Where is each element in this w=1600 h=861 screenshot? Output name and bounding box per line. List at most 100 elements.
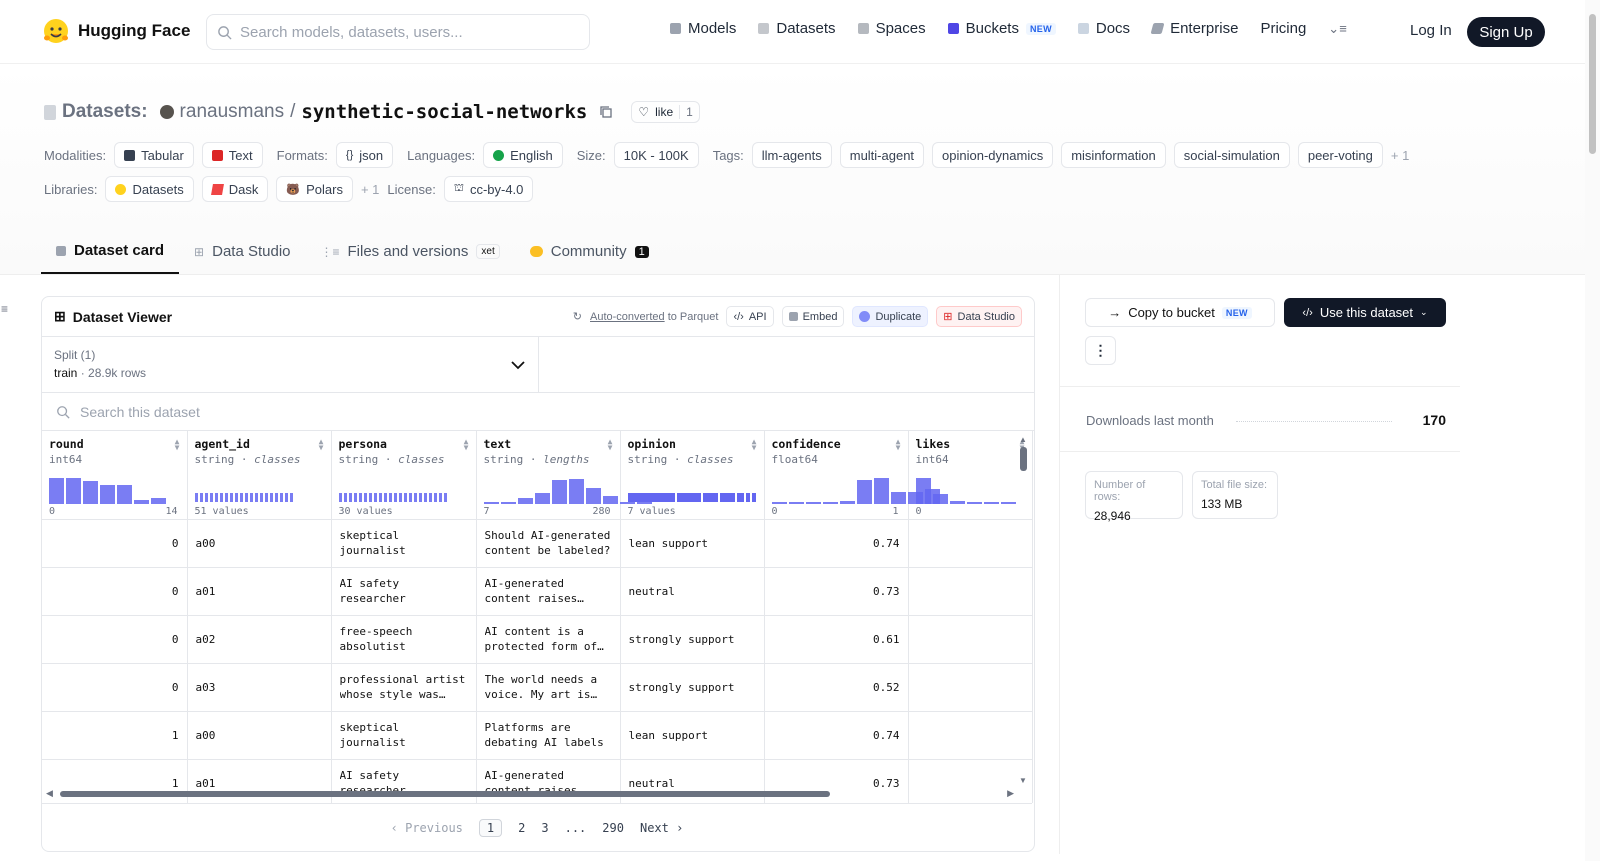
histogram-bar[interactable] bbox=[771, 501, 787, 504]
class-segment[interactable] bbox=[720, 492, 735, 502]
histogram-bar[interactable] bbox=[983, 501, 999, 504]
nav-pricing[interactable]: Pricing bbox=[1260, 20, 1306, 37]
tab-community[interactable]: Community 1 bbox=[515, 229, 664, 274]
more-menu-icon[interactable]: ⌄≡ bbox=[1328, 21, 1346, 37]
cell-opinion[interactable]: strongly support bbox=[620, 615, 765, 664]
tab-files[interactable]: ⋮≡ Files and versions xet bbox=[306, 229, 515, 274]
class-segment[interactable] bbox=[408, 492, 412, 502]
modality-tabular[interactable]: Tabular bbox=[114, 142, 194, 168]
autoconverted-link[interactable]: Auto-converted bbox=[590, 311, 665, 323]
sort-icon[interactable]: ▲▼ bbox=[175, 438, 180, 452]
cell-round[interactable]: 0 bbox=[42, 663, 188, 712]
cell-text[interactable]: The world needs a voice. My art is mine bbox=[476, 663, 621, 712]
page-scroll-thumb[interactable] bbox=[1589, 14, 1596, 154]
use-dataset-button[interactable]: ‹/› Use this dataset ⌄ bbox=[1284, 298, 1446, 327]
histogram-bar[interactable] bbox=[100, 485, 115, 504]
nav-enterprise[interactable]: Enterprise bbox=[1150, 20, 1238, 37]
tag-pill[interactable]: peer-voting bbox=[1297, 142, 1383, 168]
modality-text[interactable]: Text bbox=[201, 142, 263, 168]
class-segment[interactable] bbox=[234, 492, 238, 502]
table-row[interactable]: 0 a01 AI safety researcher AI-generated con… bbox=[42, 567, 1033, 616]
class-segment[interactable] bbox=[224, 492, 228, 502]
column-header-round[interactable]: round int64 ▲ ▼ 0 14 bbox=[42, 431, 188, 520]
dataset-search-input[interactable]: Search this dataset bbox=[42, 393, 1034, 431]
nav-datasets[interactable]: Datasets bbox=[758, 20, 836, 37]
class-segment[interactable] bbox=[388, 492, 392, 502]
class-segment[interactable] bbox=[254, 492, 258, 502]
class-segment[interactable] bbox=[378, 492, 382, 502]
histogram-bar[interactable] bbox=[483, 501, 499, 504]
class-segment[interactable] bbox=[249, 492, 253, 502]
class-segment[interactable] bbox=[194, 492, 198, 502]
histogram-bar[interactable] bbox=[117, 485, 132, 504]
page-last[interactable]: 290 bbox=[602, 821, 624, 835]
histogram-bar[interactable] bbox=[966, 501, 982, 504]
more-options-icon[interactable]: ⋮ bbox=[1085, 336, 1116, 365]
class-segment[interactable] bbox=[433, 492, 437, 502]
histogram-bar[interactable] bbox=[568, 478, 584, 504]
class-segment[interactable] bbox=[343, 492, 347, 502]
cell-agent-id[interactable]: a02 bbox=[187, 615, 332, 664]
class-segment[interactable] bbox=[423, 492, 427, 502]
repo-owner[interactable]: ranausmans bbox=[180, 101, 285, 123]
class-segment[interactable] bbox=[209, 492, 213, 502]
class-segment[interactable] bbox=[398, 492, 402, 502]
nav-buckets[interactable]: Buckets NEW bbox=[947, 20, 1056, 37]
class-segment[interactable] bbox=[338, 492, 342, 502]
tags-more[interactable]: + 1 bbox=[1391, 148, 1409, 163]
histogram-bar[interactable] bbox=[66, 477, 81, 504]
class-segment[interactable] bbox=[751, 492, 756, 502]
class-segment[interactable] bbox=[358, 492, 362, 502]
nav-models[interactable]: Models bbox=[670, 20, 736, 37]
class-segment[interactable] bbox=[229, 492, 233, 502]
tag-pill[interactable]: multi-agent bbox=[839, 142, 925, 168]
cell-likes[interactable] bbox=[908, 663, 1033, 712]
cell-persona[interactable]: skeptical journalist bbox=[331, 519, 477, 568]
histogram-bar[interactable] bbox=[805, 501, 821, 504]
tab-dataset-card[interactable]: Dataset card bbox=[41, 229, 180, 274]
license-pill[interactable]: ⛫ cc-by-4.0 bbox=[443, 176, 534, 202]
class-segment[interactable] bbox=[403, 492, 407, 502]
class-segment[interactable] bbox=[703, 492, 719, 502]
hscroll-thumb[interactable] bbox=[60, 791, 830, 797]
histogram-bar[interactable] bbox=[49, 477, 64, 504]
cell-text[interactable]: Platforms are debating AI labels bbox=[476, 711, 621, 760]
cell-round[interactable]: 1 bbox=[42, 711, 188, 760]
table-row[interactable]: 0 a03 professional artist whose style was … bbox=[42, 663, 1033, 712]
class-segment[interactable] bbox=[284, 492, 288, 502]
size-pill[interactable]: 10K - 100K bbox=[613, 142, 699, 168]
table-vertical-scrollbar[interactable]: ▲ ▼ bbox=[1019, 435, 1029, 785]
histogram-bar[interactable] bbox=[500, 501, 516, 504]
histogram-bar[interactable] bbox=[873, 477, 889, 504]
class-segment[interactable] bbox=[259, 492, 263, 502]
cell-opinion[interactable]: strongly support bbox=[620, 663, 765, 712]
class-segment[interactable] bbox=[264, 492, 268, 502]
table-row[interactable]: 0 a00 skeptical journalist Should AI-genera… bbox=[42, 519, 1033, 568]
cell-opinion[interactable]: lean support bbox=[620, 711, 765, 760]
scroll-left-icon[interactable]: ◀ bbox=[46, 788, 53, 799]
cell-text[interactable]: AI content is a protected form of expres… bbox=[476, 615, 621, 664]
nav-docs[interactable]: Docs bbox=[1077, 20, 1130, 37]
histogram-bar[interactable] bbox=[134, 499, 149, 504]
embed-button[interactable]: Embed bbox=[781, 306, 845, 327]
class-segment[interactable] bbox=[289, 492, 293, 502]
tag-pill[interactable]: misinformation bbox=[1061, 142, 1166, 168]
class-segment[interactable] bbox=[348, 492, 352, 502]
page-2[interactable]: 2 bbox=[518, 821, 525, 835]
library-datasets[interactable]: Datasets bbox=[105, 176, 194, 202]
cell-round[interactable]: 0 bbox=[42, 519, 188, 568]
data-studio-button[interactable]: ⊞ Data Studio bbox=[936, 306, 1022, 327]
histogram-bar[interactable] bbox=[602, 495, 618, 504]
column-header-text[interactable]: text string · lengths ▲ ▼ 7 280 bbox=[476, 431, 652, 520]
class-segment[interactable] bbox=[363, 492, 367, 502]
cell-confidence[interactable]: 0.74 bbox=[764, 519, 909, 568]
cell-text[interactable]: AI-generated content raises concerns bbox=[476, 567, 621, 616]
copy-icon[interactable] bbox=[599, 105, 613, 119]
tab-data-studio[interactable]: ⊞ Data Studio bbox=[179, 229, 305, 274]
histogram-bar[interactable] bbox=[551, 480, 567, 504]
page-1[interactable]: 1 bbox=[478, 818, 503, 837]
class-segment[interactable] bbox=[353, 492, 357, 502]
cell-persona[interactable]: skeptical journalist bbox=[331, 711, 477, 760]
sort-icon[interactable]: ▲▼ bbox=[896, 438, 901, 452]
split-selector[interactable]: Split (1) train · 28.9k rows bbox=[42, 337, 1034, 393]
